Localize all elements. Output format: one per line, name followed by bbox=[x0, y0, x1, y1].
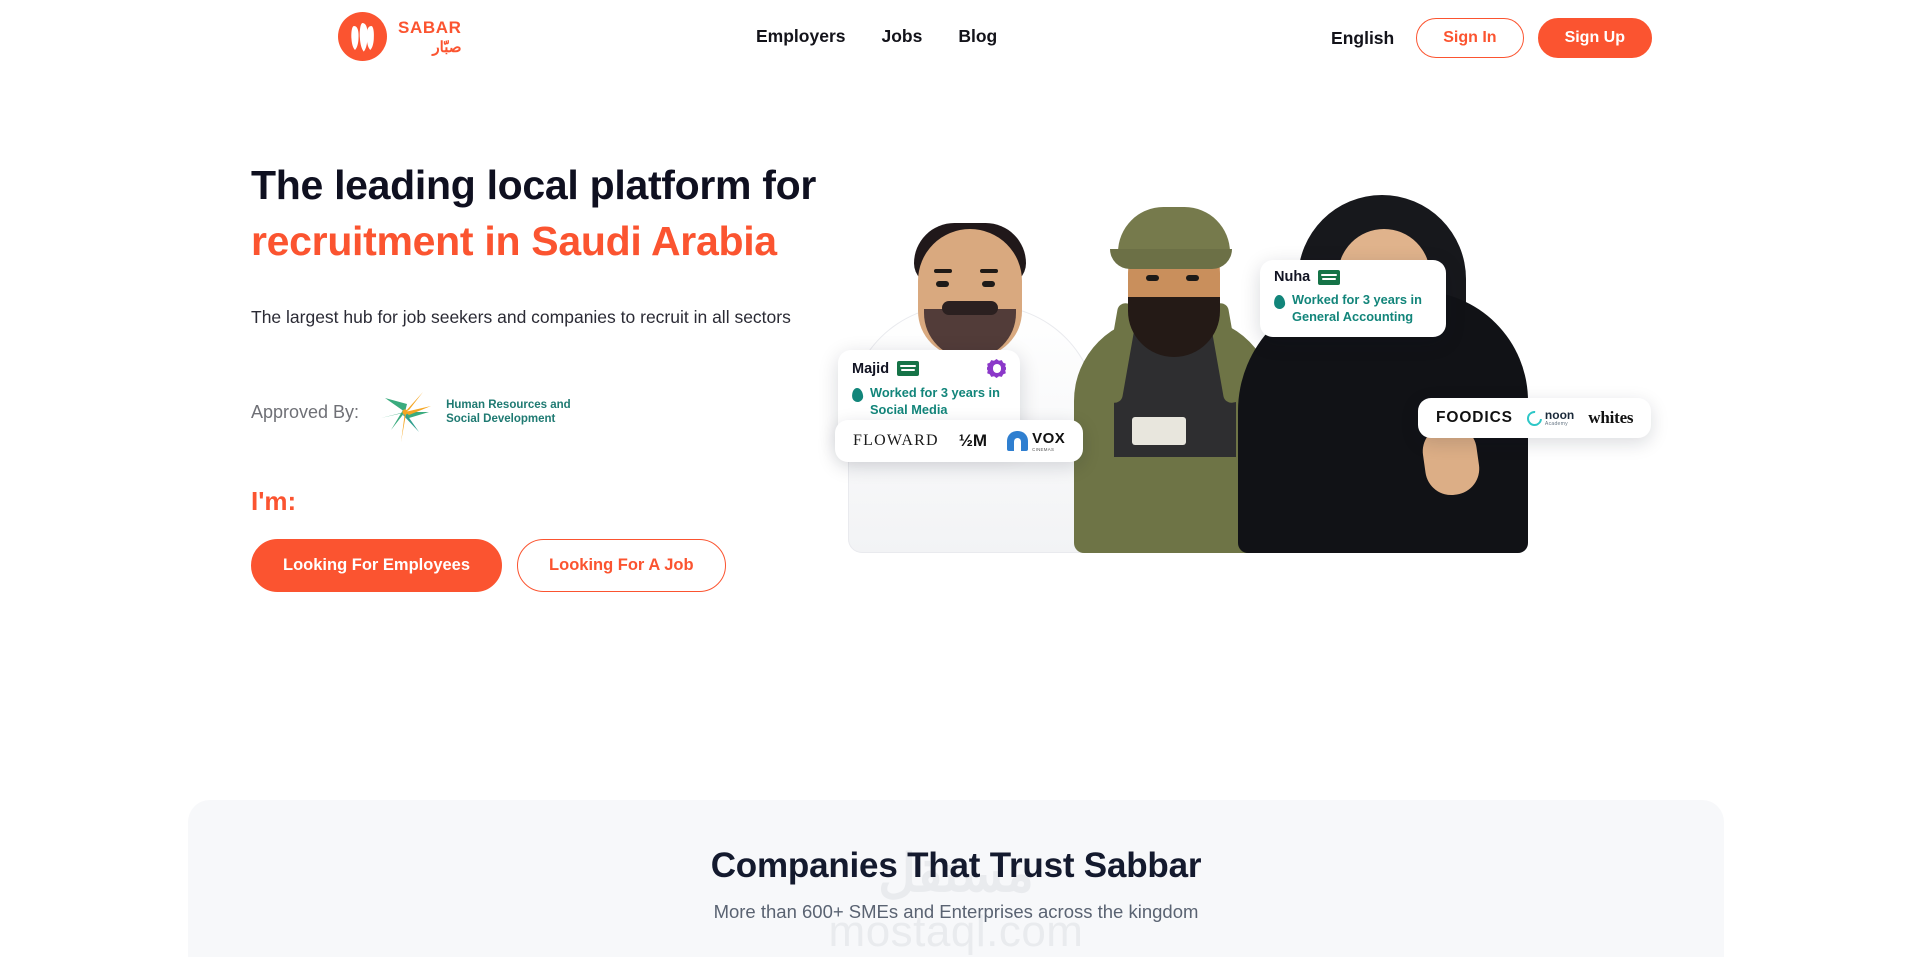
profile-name-wrap: Nuha bbox=[1274, 269, 1341, 285]
client-logo-strip-right: FOODICS noon Academy whites bbox=[1418, 398, 1652, 438]
nav-item-employers[interactable]: Employers bbox=[756, 26, 845, 47]
profile-card-header: Majid bbox=[852, 359, 1006, 378]
vox-logo-text: VOX bbox=[1032, 430, 1066, 447]
person2-cap-brim bbox=[1110, 249, 1232, 269]
hero-title-line1: The leading local platform for bbox=[251, 162, 817, 208]
hero-subtitle: The largest hub for job seekers and comp… bbox=[251, 307, 791, 328]
vox-mark-icon bbox=[1007, 431, 1029, 451]
sign-in-button[interactable]: Sign In bbox=[1416, 18, 1524, 58]
profile-experience: Worked for 3 years in General Accounting bbox=[1292, 292, 1422, 324]
hrsd-label-line2: Social Development bbox=[446, 413, 556, 426]
language-switcher[interactable]: English bbox=[1323, 28, 1402, 49]
hrsd-label-line1: Human Resources and bbox=[446, 398, 571, 411]
profile-card-body: Worked for 3 years in General Accounting bbox=[1273, 292, 1432, 326]
profile-card-nuha[interactable]: Nuha Worked for 3 years in General Accou… bbox=[1260, 260, 1446, 337]
person1-moustache bbox=[942, 301, 998, 315]
apron-name-tag bbox=[1132, 417, 1186, 445]
looking-for-employees-button[interactable]: Looking For Employees bbox=[251, 539, 503, 593]
vox-cinemas-logo: VOX CINEMAS bbox=[1007, 430, 1065, 452]
page-title: The leading local platform for recruitme… bbox=[251, 160, 891, 266]
hero-content: The leading local platform for recruitme… bbox=[251, 160, 891, 593]
hero-cta-row: Looking For Employees Looking For A Job bbox=[251, 539, 891, 593]
hero-people-photo bbox=[838, 128, 1538, 553]
brand-logo[interactable]: SABAR صبّار bbox=[338, 12, 461, 61]
person2-eye-left bbox=[1146, 275, 1159, 281]
nav-item-jobs[interactable]: Jobs bbox=[881, 26, 922, 47]
profile-card-header: Nuha bbox=[1274, 269, 1432, 285]
flame-icon bbox=[851, 387, 864, 403]
brand-name-ar: صبّار bbox=[432, 38, 462, 56]
client-logo-strip-left: FLOWARD ½M VOX CINEMAS bbox=[835, 420, 1084, 462]
person-black-abaya bbox=[1238, 181, 1528, 553]
main-nav: Employers Jobs Blog bbox=[756, 26, 997, 47]
person2-eye-right bbox=[1186, 275, 1199, 281]
noon-logo-subtext: Academy bbox=[1544, 421, 1568, 427]
person1-brow-left bbox=[934, 269, 952, 273]
noon-academy-logo: noon Academy bbox=[1523, 407, 1575, 429]
looking-for-a-job-button[interactable]: Looking For A Job bbox=[517, 539, 726, 593]
hero-title-line2: recruitment in Saudi Arabia bbox=[251, 218, 777, 265]
companies-trust-section: مستقل mostaql.com Companies That Trust S… bbox=[188, 800, 1724, 957]
hrsd-label: Human Resources and Social Development bbox=[446, 398, 571, 427]
flame-icon bbox=[1273, 294, 1286, 310]
approved-by-label: Approved By: bbox=[251, 401, 360, 422]
verified-badge-icon bbox=[987, 359, 1006, 378]
person1-brow-right bbox=[980, 269, 998, 273]
person1-eye-left bbox=[936, 281, 949, 287]
brand-name-en: SABAR bbox=[398, 17, 462, 37]
noon-logo-text: noon bbox=[1544, 408, 1575, 422]
sign-up-button[interactable]: Sign Up bbox=[1537, 18, 1652, 58]
noon-mark-icon bbox=[1523, 407, 1545, 429]
saudi-flag-icon bbox=[897, 361, 920, 376]
site-header: SABAR صبّار Employers Jobs Blog English … bbox=[0, 0, 1910, 80]
hero-illustration: Majid Worked for 3 years in Social Media… bbox=[835, 128, 1652, 553]
sabar-logo-icon bbox=[338, 12, 387, 61]
nav-item-blog[interactable]: Blog bbox=[958, 26, 997, 47]
foodics-logo: FOODICS bbox=[1436, 409, 1513, 426]
vox-logo-subtext: CINEMAS bbox=[1032, 447, 1055, 452]
trust-section-title: Companies That Trust Sabbar bbox=[710, 846, 1202, 885]
hrsd-star-icon bbox=[373, 382, 437, 443]
profile-name: Nuha bbox=[1274, 269, 1311, 285]
person1-eye-right bbox=[982, 281, 995, 287]
profile-name: Majid bbox=[852, 360, 890, 377]
halfm-logo: ½M bbox=[958, 431, 988, 450]
approved-by-row: Approved By: Human Resources and Social … bbox=[251, 382, 891, 443]
floward-logo: FLOWARD bbox=[853, 432, 939, 449]
saudi-flag-icon bbox=[1318, 269, 1341, 285]
profile-name-wrap: Majid bbox=[852, 360, 920, 377]
hrsd-logo: Human Resources and Social Development bbox=[373, 382, 571, 443]
header-actions: English Sign In Sign Up bbox=[1323, 18, 1652, 58]
im-label: I'm: bbox=[251, 486, 297, 517]
trust-section-subtitle: More than 600+ SMEs and Enterprises acro… bbox=[713, 901, 1199, 922]
whites-logo: whites bbox=[1588, 408, 1634, 427]
